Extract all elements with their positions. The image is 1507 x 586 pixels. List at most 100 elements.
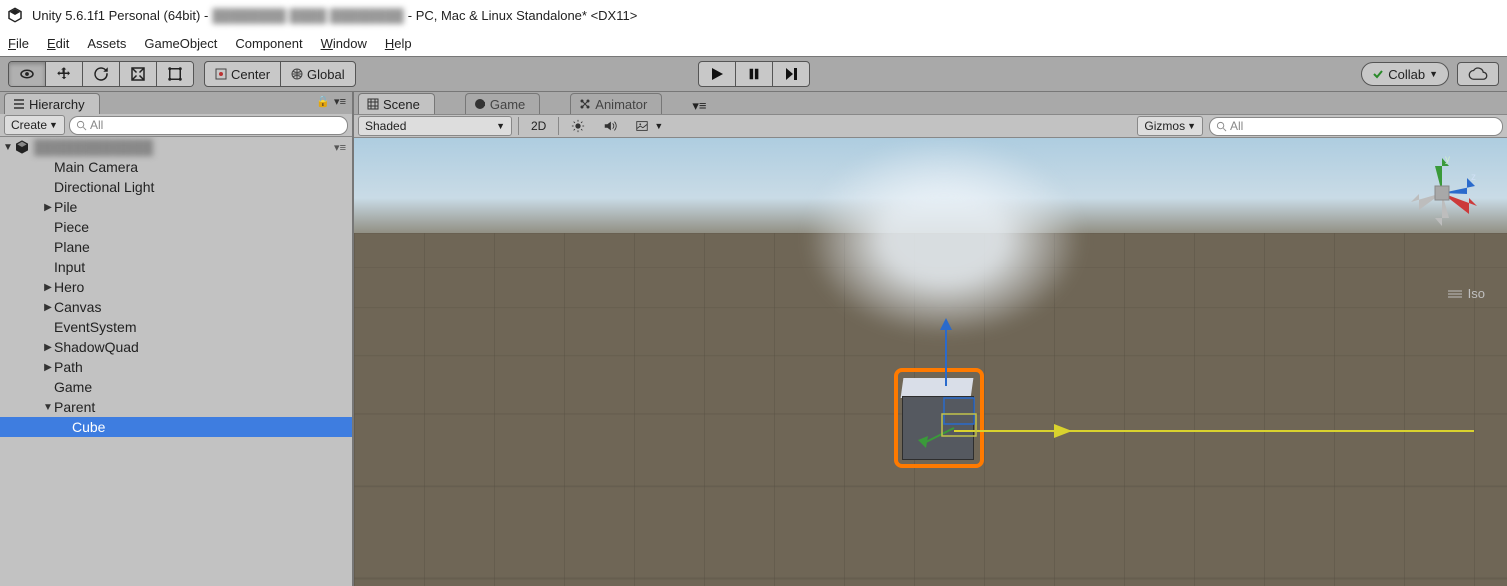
hierarchy-item-label: Input	[54, 259, 85, 275]
hierarchy-item[interactable]: ▶Plane	[0, 237, 352, 257]
gizmo-plane-handles-icon[interactable]	[924, 388, 994, 448]
play-controls	[698, 61, 810, 87]
orientation-gizmo[interactable]: y z	[1397, 148, 1487, 238]
gizmo-y-axis-icon[interactable]	[936, 316, 956, 386]
lock-icon[interactable]: 🔒	[316, 95, 330, 108]
hierarchy-item[interactable]: ▶Cube	[0, 417, 352, 437]
hierarchy-list[interactable]: ▼ ████████████ ▾≡ ▶Main Camera▶Direction…	[0, 137, 352, 586]
search-icon	[1216, 121, 1227, 132]
hierarchy-item-label: Game	[54, 379, 92, 395]
expand-arrow-icon[interactable]: ▶	[42, 282, 54, 293]
hierarchy-item-label: Parent	[54, 399, 95, 415]
scene-tab[interactable]: Scene	[358, 93, 435, 114]
step-button[interactable]	[773, 62, 809, 86]
hierarchy-item[interactable]: ▶Canvas	[0, 297, 352, 317]
rect-tool-button[interactable]	[157, 62, 193, 86]
hierarchy-tab[interactable]: Hierarchy	[4, 93, 100, 114]
hierarchy-item-label: ShadowQuad	[54, 339, 139, 355]
hierarchy-item-label: Piece	[54, 219, 89, 235]
hierarchy-tabbar: Hierarchy 🔒 ▾≡	[0, 92, 352, 114]
2d-toggle-button[interactable]: 2D	[525, 117, 552, 135]
hierarchy-item-label: Main Camera	[54, 159, 138, 175]
scene-panel: Scene Game Animator ▾≡ Shaded▼ 2D ▼ Gizm…	[354, 92, 1507, 586]
audio-toggle-button[interactable]	[597, 117, 623, 135]
iso-lines-icon	[1448, 289, 1462, 299]
expand-arrow-icon[interactable]: ▶	[42, 342, 54, 353]
hierarchy-item-label: Hero	[54, 279, 84, 295]
title-suffix: - PC, Mac & Linux Standalone* <DX11>	[408, 8, 638, 23]
play-button[interactable]	[699, 62, 736, 86]
viewport-fog	[804, 138, 1084, 338]
hierarchy-item[interactable]: ▶Input	[0, 257, 352, 277]
main-area: Hierarchy 🔒 ▾≡ Create▼ All ▼ ███████████…	[0, 92, 1507, 586]
main-toolbar: Center Global Collab ▼	[0, 56, 1507, 92]
gizmo-x-arrowhead-icon	[954, 421, 1434, 441]
menu-gameobject[interactable]: GameObject	[144, 36, 217, 51]
menu-help[interactable]: Help	[385, 36, 412, 51]
hierarchy-search-input[interactable]: All	[69, 116, 348, 135]
hierarchy-toolbar: Create▼ All	[0, 114, 352, 137]
unity-logo-icon	[6, 6, 24, 24]
shading-mode-dropdown[interactable]: Shaded▼	[358, 116, 512, 136]
gizmos-dropdown[interactable]: Gizmos▼	[1137, 116, 1203, 136]
lighting-toggle-button[interactable]	[565, 117, 591, 135]
animator-tab[interactable]: Animator	[570, 93, 662, 114]
scene-row-menu-icon[interactable]: ▾≡	[334, 141, 346, 154]
rotate-tool-button[interactable]	[83, 62, 120, 86]
hierarchy-item[interactable]: ▶Path	[0, 357, 352, 377]
cloud-button[interactable]	[1457, 62, 1499, 86]
scene-tabbar: Scene Game Animator ▾≡	[354, 92, 1507, 114]
panel-menu-icon[interactable]: ▾≡	[334, 95, 346, 108]
expand-arrow-icon[interactable]: ▶	[42, 362, 54, 373]
hierarchy-item[interactable]: ▼Parent	[0, 397, 352, 417]
pivot-global-button[interactable]: Global	[281, 62, 355, 86]
hierarchy-item[interactable]: ▶Hero	[0, 277, 352, 297]
expand-arrow-icon[interactable]: ▶	[42, 202, 54, 213]
projection-mode-label[interactable]: Iso	[1448, 286, 1485, 301]
sun-icon	[571, 119, 585, 133]
hierarchy-item-label: Cube	[72, 419, 105, 435]
game-tab[interactable]: Game	[465, 93, 540, 114]
list-icon	[13, 98, 25, 110]
hierarchy-item[interactable]: ▶Pile	[0, 197, 352, 217]
cloud-icon	[1467, 67, 1489, 81]
menu-edit[interactable]: Edit	[47, 36, 69, 51]
axis-y-label: y	[1445, 154, 1450, 165]
window-titlebar: Unity 5.6.1f1 Personal (64bit) - ███████…	[0, 0, 1507, 30]
animator-icon	[579, 98, 591, 110]
scale-tool-button[interactable]	[120, 62, 157, 86]
menu-component[interactable]: Component	[235, 36, 302, 51]
speaker-icon	[603, 119, 617, 133]
hierarchy-item-label: Canvas	[54, 299, 101, 315]
fx-toggle-button[interactable]: ▼	[629, 117, 669, 135]
menu-window[interactable]: Window	[321, 36, 367, 51]
hierarchy-item[interactable]: ▶ShadowQuad	[0, 337, 352, 357]
expand-arrow-icon[interactable]: ▶	[42, 302, 54, 313]
menu-bar: File Edit Assets GameObject Component Wi…	[0, 30, 1507, 56]
image-icon	[635, 119, 649, 133]
hierarchy-item[interactable]: ▶Game	[0, 377, 352, 397]
hierarchy-item[interactable]: ▶Directional Light	[0, 177, 352, 197]
check-icon	[1372, 68, 1384, 80]
pivot-mode-toggle: Center Global	[204, 61, 356, 87]
expand-arrow-icon[interactable]: ▼	[42, 402, 54, 413]
scene-search-input[interactable]: All	[1209, 117, 1503, 136]
hierarchy-item[interactable]: ▶EventSystem	[0, 317, 352, 337]
title-app: Unity 5.6.1f1 Personal (64bit) -	[32, 8, 208, 23]
pivot-center-button[interactable]: Center	[205, 62, 281, 86]
scene-panel-menu-icon[interactable]: ▾≡	[692, 98, 706, 113]
transform-tools	[8, 61, 194, 87]
hand-tool-button[interactable]	[9, 62, 46, 86]
axis-z-label: z	[1471, 172, 1476, 183]
hierarchy-item-label: Pile	[54, 199, 77, 215]
create-dropdown[interactable]: Create▼	[4, 115, 65, 135]
menu-assets[interactable]: Assets	[87, 36, 126, 51]
pause-button[interactable]	[736, 62, 773, 86]
hierarchy-item[interactable]: ▶Piece	[0, 217, 352, 237]
collab-dropdown[interactable]: Collab ▼	[1361, 62, 1449, 86]
menu-file[interactable]: File	[8, 36, 29, 51]
scene-viewport[interactable]: y z Iso	[354, 138, 1507, 586]
move-tool-button[interactable]	[46, 62, 83, 86]
hierarchy-item[interactable]: ▶Main Camera	[0, 157, 352, 177]
hierarchy-scene-row[interactable]: ▼ ████████████ ▾≡	[0, 137, 352, 157]
